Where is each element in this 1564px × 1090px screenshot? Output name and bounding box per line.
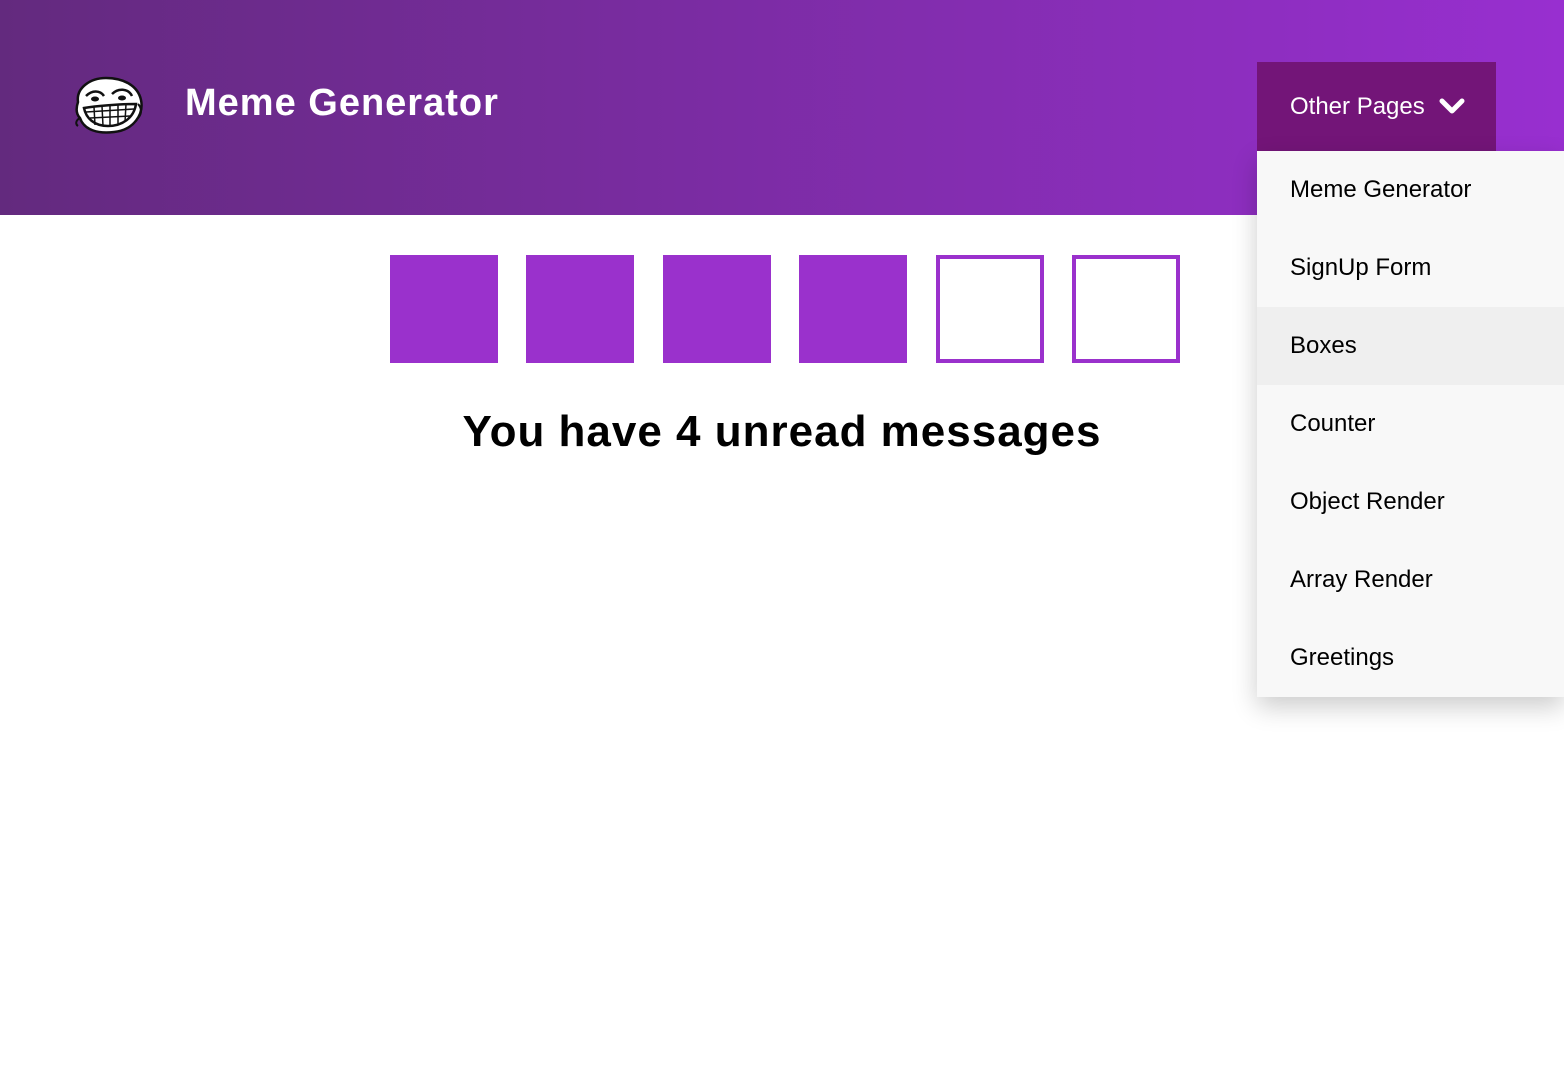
app-title: Meme Generator <box>185 82 499 124</box>
box[interactable] <box>390 255 498 363</box>
other-pages-menu: Meme Generator SignUp Form Boxes Counter… <box>1257 151 1564 697</box>
box[interactable] <box>799 255 907 363</box>
boxes-row <box>390 255 1180 363</box>
menu-item-signup-form[interactable]: SignUp Form <box>1257 229 1564 307</box>
dropdown-label: Other Pages <box>1290 93 1425 120</box>
menu-item-meme-generator[interactable]: Meme Generator <box>1257 151 1564 229</box>
menu-item-object-render[interactable]: Object Render <box>1257 463 1564 541</box>
troll-face-icon <box>75 76 143 134</box>
box[interactable] <box>1072 255 1180 363</box>
chevron-down-icon <box>1439 98 1465 114</box>
menu-item-counter[interactable]: Counter <box>1257 385 1564 463</box>
box[interactable] <box>526 255 634 363</box>
menu-item-boxes[interactable]: Boxes <box>1257 307 1564 385</box>
menu-item-greetings[interactable]: Greetings <box>1257 619 1564 697</box>
other-pages-dropdown-button[interactable]: Other Pages <box>1257 62 1496 151</box>
box[interactable] <box>663 255 771 363</box>
box[interactable] <box>936 255 1044 363</box>
menu-item-array-render[interactable]: Array Render <box>1257 541 1564 619</box>
